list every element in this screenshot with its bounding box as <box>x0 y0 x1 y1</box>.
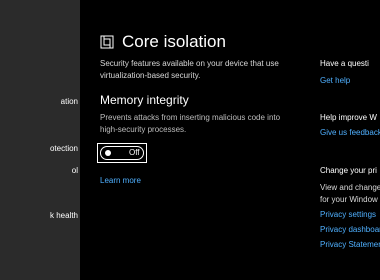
sidebar: ation otection ol k health <box>0 0 80 280</box>
memory-integrity-toggle[interactable]: Off <box>100 146 144 160</box>
privacy-statement-link[interactable]: Privacy Statement <box>320 240 380 249</box>
page-header: Core isolation <box>100 32 226 52</box>
sidebar-item-firewall-protection[interactable]: otection <box>50 144 78 153</box>
privacy-text-line2: for your Window <box>320 195 378 204</box>
memory-integrity-description: Prevents attacks from inserting maliciou… <box>100 113 281 134</box>
main-content: Core isolation Security features availab… <box>80 0 380 280</box>
privacy-text-line1: View and change <box>320 183 380 192</box>
sidebar-item-app-browser-control[interactable]: ol <box>72 166 78 175</box>
question-heading: Have a questi <box>320 59 369 68</box>
sidebar-item-device-health[interactable]: k health <box>50 211 78 220</box>
feedback-link[interactable]: Give us feedback <box>320 128 380 137</box>
toggle-state-label: Off <box>129 147 140 157</box>
page-description: Security features available on your devi… <box>100 59 279 80</box>
memory-integrity-heading: Memory integrity <box>100 93 189 107</box>
privacy-dashboard-link[interactable]: Privacy dashboard <box>320 225 380 234</box>
core-isolation-chip-icon <box>100 35 114 49</box>
privacy-heading: Change your pri <box>320 166 377 175</box>
sidebar-item-virus-protection[interactable]: ation <box>61 97 78 106</box>
toggle-knob <box>105 149 111 156</box>
privacy-settings-link[interactable]: Privacy settings <box>320 210 376 219</box>
get-help-link[interactable]: Get help <box>320 76 350 85</box>
learn-more-link[interactable]: Learn more <box>100 176 141 185</box>
page-title: Core isolation <box>122 32 226 51</box>
improve-heading: Help improve W <box>320 113 377 122</box>
